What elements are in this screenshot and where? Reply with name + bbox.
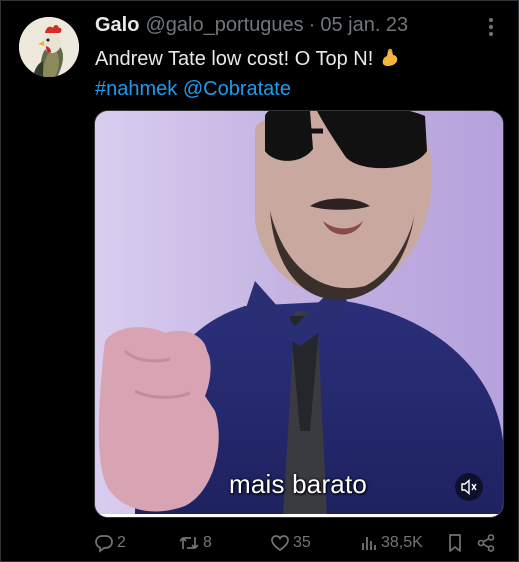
retweet-count: 8 — [203, 534, 212, 551]
bookmark-icon — [449, 534, 461, 552]
tweet-date[interactable]: 05 jan. 23 — [320, 14, 408, 37]
tweet-actions: 2 8 35 38,5K — [0, 532, 519, 556]
author-handle[interactable]: @galo_portugues — [145, 14, 303, 37]
video-caption: mais barato — [229, 469, 368, 499]
tweet-tags: #nahmek @Cobratate — [95, 74, 291, 104]
tweet-body: Andrew Tate low cost! O Top N! — [95, 48, 374, 70]
video-player[interactable]: mais barato — [94, 110, 504, 518]
reply-count: 2 — [117, 534, 126, 551]
rooster-icon — [19, 17, 79, 77]
video-progress-bar[interactable] — [95, 514, 503, 517]
reply-button[interactable]: 2 — [94, 532, 126, 554]
mention-link[interactable]: @Cobratate — [183, 78, 291, 100]
views-count: 38,5K — [381, 534, 423, 551]
heart-icon — [271, 535, 289, 552]
more-options-icon[interactable] — [484, 16, 498, 38]
speaker-muted-icon — [461, 479, 477, 495]
hashtag-link[interactable]: #nahmek — [95, 78, 177, 100]
mute-button[interactable] — [455, 473, 483, 501]
like-count: 35 — [293, 534, 311, 551]
share-button[interactable] — [476, 532, 496, 554]
share-icon — [477, 534, 495, 552]
video-frame — [95, 111, 503, 517]
views-chart-icon — [362, 537, 376, 550]
views-button[interactable]: 38,5K — [360, 532, 423, 554]
reply-icon — [95, 535, 113, 553]
video-progress-fill — [95, 514, 503, 517]
separator-dot: · — [308, 14, 316, 36]
tweet-text: Andrew Tate low cost! O Top N! — [95, 44, 401, 77]
avatar[interactable] — [19, 17, 79, 77]
author-name[interactable]: Galo — [95, 14, 139, 37]
retweet-icon — [179, 537, 199, 549]
bookmark-button[interactable] — [446, 532, 464, 554]
retweet-button[interactable]: 8 — [178, 532, 212, 554]
tweet-header: Galo @galo_portugues · 05 jan. 23 — [95, 14, 408, 38]
flexed-biceps-icon — [379, 46, 401, 77]
like-button[interactable]: 35 — [270, 532, 311, 554]
